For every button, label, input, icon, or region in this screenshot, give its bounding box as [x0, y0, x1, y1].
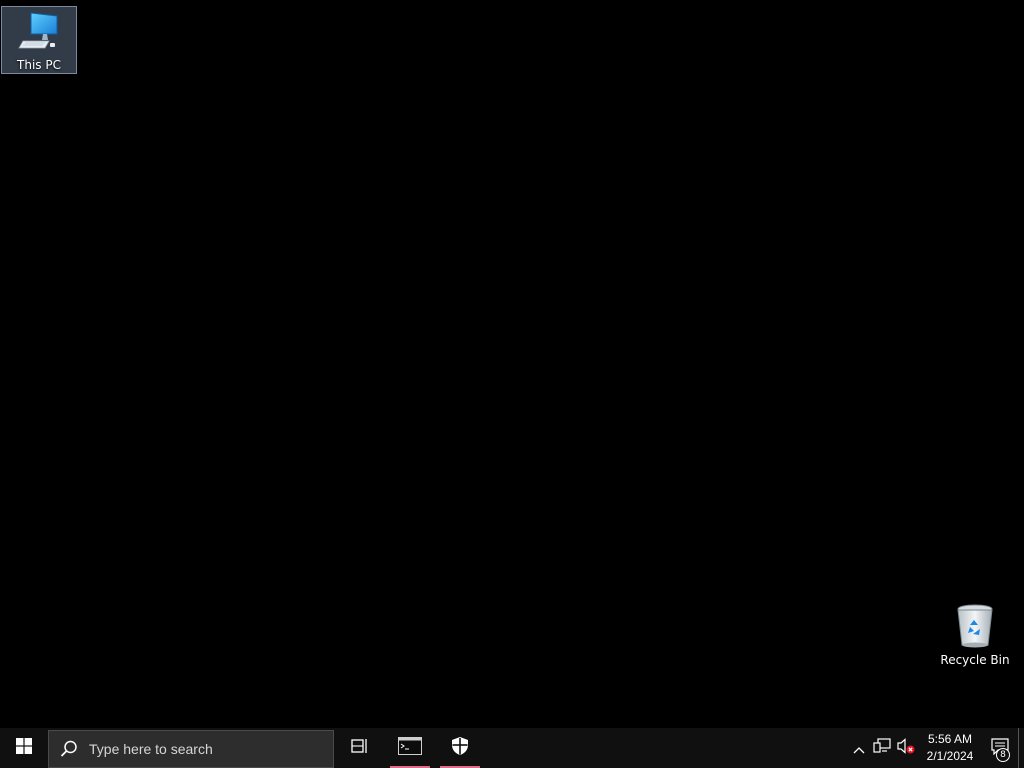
- windows-security-icon: [451, 736, 469, 760]
- command-prompt-icon: [398, 737, 422, 759]
- volume-muted-icon: [897, 738, 915, 758]
- windows-logo-icon: [16, 738, 32, 758]
- notification-count-badge: 8: [996, 748, 1010, 762]
- start-button[interactable]: [0, 728, 48, 768]
- chevron-up-icon: [853, 739, 865, 758]
- computer-icon: [17, 7, 61, 58]
- show-desktop-button[interactable]: [1018, 728, 1024, 768]
- task-view-button[interactable]: [336, 728, 384, 768]
- desktop-icon-this-pc[interactable]: This PC: [1, 6, 77, 74]
- network-tray-button[interactable]: [870, 728, 894, 768]
- clock-date: 2/1/2024: [926, 749, 974, 763]
- desktop-icon-label: Recycle Bin: [940, 653, 1010, 667]
- show-hidden-icons-button[interactable]: [848, 728, 870, 768]
- search-placeholder: Type here to search: [89, 740, 213, 757]
- task-view-icon: [351, 738, 369, 758]
- recycle-bin-icon: [953, 601, 997, 653]
- taskbar-app-windows-security[interactable]: [436, 728, 484, 768]
- taskbar-app-command-prompt[interactable]: [386, 728, 434, 768]
- desktop-icon-recycle-bin[interactable]: Recycle Bin: [937, 600, 1013, 668]
- network-icon: [873, 738, 891, 758]
- action-center-button[interactable]: 8: [982, 728, 1018, 768]
- search-box[interactable]: Type here to search: [48, 729, 334, 768]
- desktop[interactable]: This PC Recycle Bin: [0, 0, 1024, 749]
- search-icon: [59, 739, 79, 759]
- clock[interactable]: 5:56 AM 2/1/2024: [918, 728, 982, 768]
- volume-tray-button[interactable]: [894, 728, 918, 768]
- taskbar: Type here to search 5:56 AM 2/1/2024 8: [0, 728, 1024, 768]
- clock-time: 5:56 AM: [927, 732, 973, 746]
- desktop-icon-label: This PC: [17, 58, 61, 72]
